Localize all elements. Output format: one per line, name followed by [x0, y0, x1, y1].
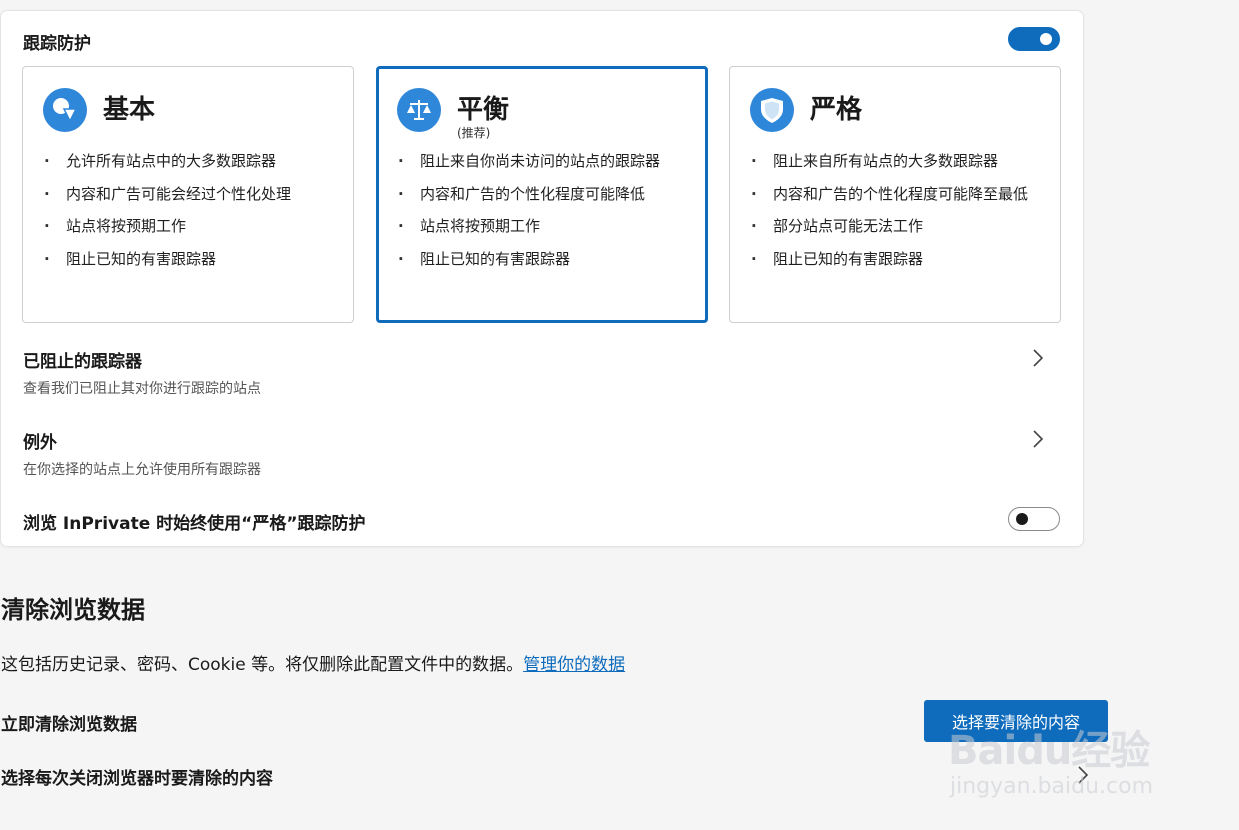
exceptions-title: 例外 — [23, 433, 57, 453]
watermark-url: jingyan.baidu.com — [950, 774, 1154, 799]
list-item: 阻止来自所有站点的大多数跟踪器 — [750, 151, 1040, 171]
manage-data-link[interactable]: 管理你的数据 — [523, 655, 625, 675]
level-name: 严格 — [810, 95, 863, 125]
blocked-trackers-desc: 查看我们已阻止其对你进行跟踪的站点 — [23, 381, 261, 397]
clear-now-label: 立即清除浏览数据 — [1, 715, 137, 735]
level-card-strict[interactable]: 严格 阻止来自所有站点的大多数跟踪器 内容和广告的个性化程度可能降至最低 部分站… — [729, 66, 1061, 323]
chevron-right-icon[interactable] — [1031, 348, 1045, 368]
level-card-balanced[interactable]: 平衡 (推荐) 阻止来自你尚未访问的站点的跟踪器 内容和广告的个性化程度可能降低… — [376, 66, 708, 323]
inprivate-strict-toggle[interactable] — [1008, 507, 1060, 531]
chevron-right-icon[interactable] — [1076, 765, 1090, 785]
level-items: 阻止来自所有站点的大多数跟踪器 内容和广告的个性化程度可能降至最低 部分站点可能… — [750, 151, 1040, 281]
toggle-knob — [1016, 513, 1028, 525]
clear-browsing-data-desc: 这包括历史记录、密码、Cookie 等。将仅删除此配置文件中的数据。管理你的数据 — [1, 650, 625, 675]
shapes-icon — [43, 88, 87, 132]
list-item: 部分站点可能无法工作 — [750, 216, 1040, 236]
level-name: 基本 — [103, 95, 156, 125]
toggle-knob — [1040, 33, 1052, 45]
list-item: 内容和广告可能会经过个性化处理 — [43, 184, 333, 204]
list-item: 允许所有站点中的大多数跟踪器 — [43, 151, 333, 171]
list-item: 站点将按预期工作 — [43, 216, 333, 236]
list-item: 站点将按预期工作 — [397, 216, 687, 236]
level-recommended: (推荐) — [457, 126, 491, 140]
clear-browsing-data-title: 清除浏览数据 — [1, 596, 145, 624]
chevron-right-icon[interactable] — [1031, 429, 1045, 449]
level-items: 阻止来自你尚未访问的站点的跟踪器 内容和广告的个性化程度可能降低 站点将按预期工… — [397, 151, 687, 281]
blocked-trackers-title: 已阻止的跟踪器 — [23, 352, 142, 372]
list-item: 内容和广告的个性化程度可能降低 — [397, 184, 687, 204]
scales-icon — [397, 88, 441, 132]
list-item: 内容和广告的个性化程度可能降至最低 — [750, 184, 1040, 204]
list-item: 阻止已知的有害跟踪器 — [397, 249, 687, 269]
tracking-prevention-card: 跟踪防护 基本 允许所有站点中的大多数跟踪器 内容和广告可能会经过个性化处理 站… — [1, 11, 1083, 546]
level-card-basic[interactable]: 基本 允许所有站点中的大多数跟踪器 内容和广告可能会经过个性化处理 站点将按预期… — [22, 66, 354, 323]
clear-desc-text: 这包括历史记录、密码、Cookie 等。将仅删除此配置文件中的数据。 — [1, 655, 524, 675]
list-item: 阻止来自你尚未访问的站点的跟踪器 — [397, 151, 687, 171]
list-item: 阻止已知的有害跟踪器 — [43, 249, 333, 269]
tracking-prevention-title: 跟踪防护 — [23, 34, 91, 54]
tracking-prevention-toggle[interactable] — [1008, 27, 1060, 51]
shield-icon — [750, 88, 794, 132]
clear-on-close-label: 选择每次关闭浏览器时要清除的内容 — [1, 769, 273, 789]
level-name: 平衡 — [457, 95, 510, 125]
list-item: 阻止已知的有害跟踪器 — [750, 249, 1040, 269]
inprivate-strict-label: 浏览 InPrivate 时始终使用“严格”跟踪防护 — [23, 514, 366, 534]
choose-what-to-clear-button[interactable]: 选择要清除的内容 — [924, 700, 1108, 742]
exceptions-desc: 在你选择的站点上允许使用所有跟踪器 — [23, 462, 261, 478]
level-items: 允许所有站点中的大多数跟踪器 内容和广告可能会经过个性化处理 站点将按预期工作 … — [43, 151, 333, 281]
